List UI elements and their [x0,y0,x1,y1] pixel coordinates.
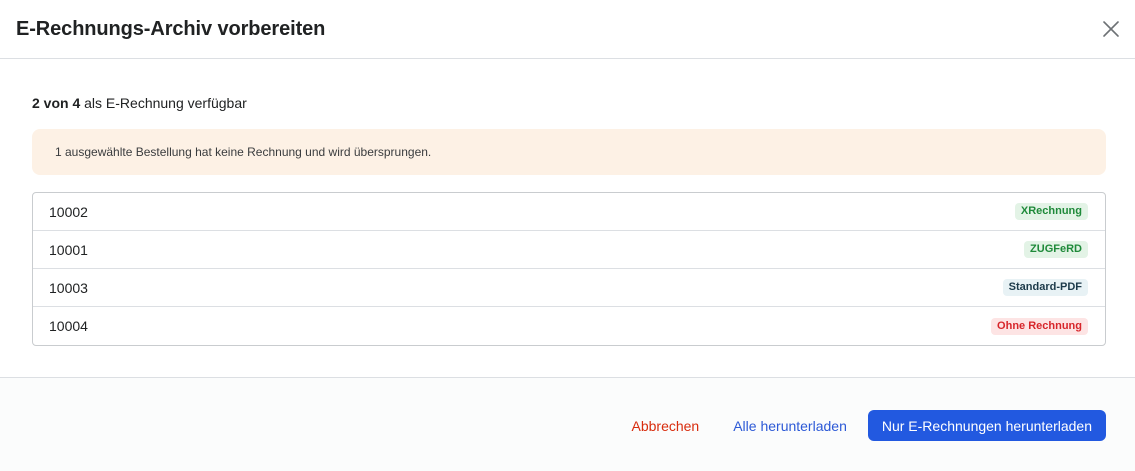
footer-actions: Abbrechen Alle herunterladen Nur E-Rechn… [632,410,1106,441]
close-button[interactable] [1099,16,1123,42]
order-id: 10003 [49,279,88,296]
invoice-format-badge: ZUGFeRD [1024,241,1088,258]
close-icon [1103,21,1119,37]
invoice-format-badge: Standard-PDF [1002,279,1088,296]
modal-header: E-Rechnungs-Archiv vorbereiten [0,0,1135,59]
modal-title: E-Rechnungs-Archiv vorbereiten [16,18,326,40]
order-id: 10004 [49,318,88,334]
order-id: 10002 [49,203,88,220]
order-row: 10004 Ohne Rechnung [33,307,1105,345]
download-einvoices-button[interactable]: Nur E-Rechnungen herunterladen [867,410,1106,441]
invoice-format-badge: XRechnung [1014,203,1088,220]
modal-footer: Abbrechen Alle herunterladen Nur E-Rechn… [0,377,1135,471]
skip-notice: 1 ausgewählte Bestellung hat keine Rechn… [32,129,1106,175]
invoice-format-badge: Ohne Rechnung [991,317,1088,335]
e-invoice-archive-modal: E-Rechnungs-Archiv vorbereiten 2 von 4 a… [0,0,1135,471]
order-row: 10002 XRechnung [33,193,1105,231]
availability-summary: 2 von 4 als E-Rechnung verfügbar [32,94,247,112]
skip-notice-text: 1 ausgewählte Bestellung hat keine Rechn… [55,145,432,159]
order-id: 10001 [49,241,88,258]
order-list: 10002 XRechnung 10001 ZUGFeRD 10003 Stan… [32,192,1106,346]
availability-suffix: als E-Rechnung verfügbar [80,95,247,111]
cancel-button[interactable]: Abbrechen [632,411,700,441]
order-row: 10001 ZUGFeRD [33,231,1105,269]
order-row: 10003 Standard-PDF [33,269,1105,307]
availability-count: 2 von 4 [32,95,81,111]
download-all-button[interactable]: Alle herunterladen [733,411,847,441]
